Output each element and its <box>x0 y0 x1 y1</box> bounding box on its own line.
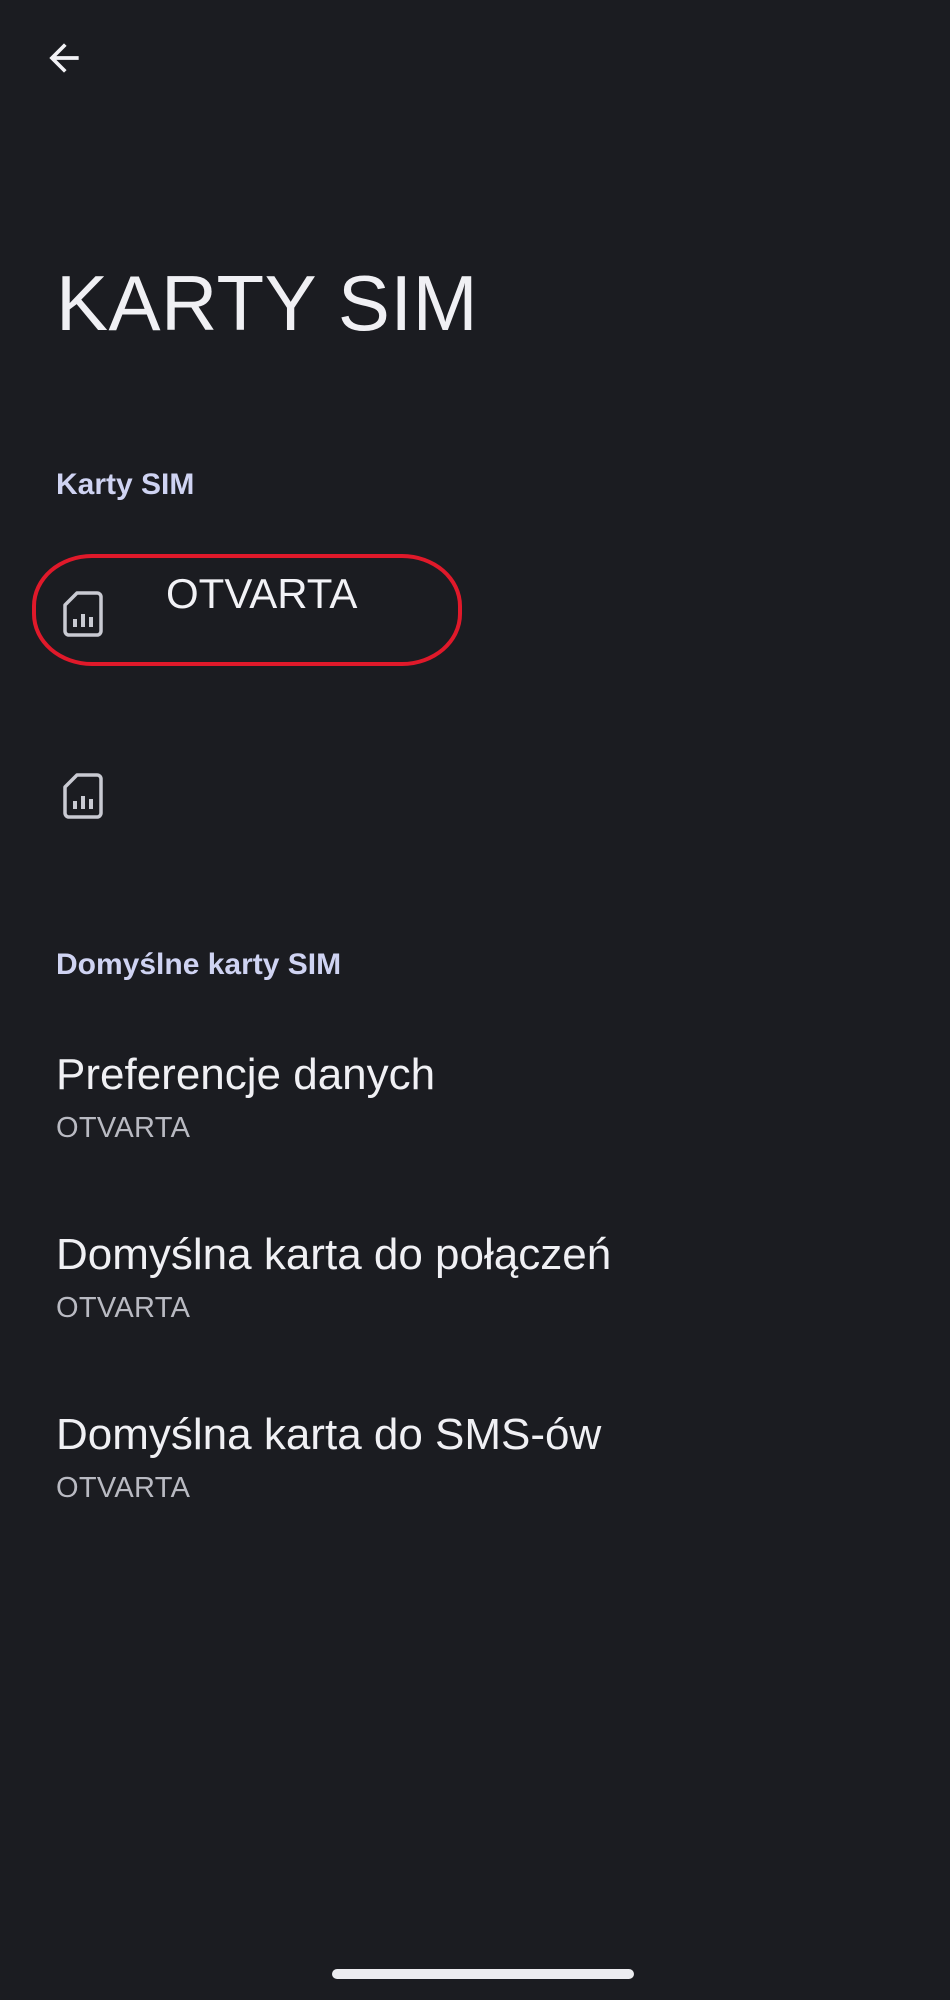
preference-title: Domyślna karta do SMS-ów <box>56 1410 602 1459</box>
preference-sms[interactable]: Domyślna karta do SMS-ów OTVARTA <box>0 1390 950 1550</box>
preference-title: Preferencje danych <box>56 1050 436 1099</box>
sim-card-row-1[interactable]: OTVARTA <box>0 540 950 690</box>
preference-value: OTVARTA <box>56 1112 191 1144</box>
sim-card-icon <box>63 773 103 819</box>
preference-calls[interactable]: Domyślna karta do połączeń OTVARTA <box>0 1210 950 1370</box>
preference-value: OTVARTA <box>56 1292 191 1324</box>
section-header-sim-cards: Karty SIM <box>56 468 195 501</box>
section-header-default-sims: Domyślne karty SIM <box>56 948 342 981</box>
home-indicator[interactable] <box>332 1969 634 1979</box>
sim-card-label: OTVARTA <box>166 570 358 617</box>
arrow-left-icon <box>49 43 79 73</box>
sim-card-icon <box>63 591 103 637</box>
preference-data[interactable]: Preferencje danych OTVARTA <box>0 1030 950 1190</box>
sim-card-row-2[interactable] <box>0 720 950 870</box>
page-title: KARTY SIM <box>56 259 479 347</box>
preference-title: Domyślna karta do połączeń <box>56 1230 612 1279</box>
back-button[interactable] <box>34 28 94 88</box>
preference-value: OTVARTA <box>56 1472 191 1504</box>
